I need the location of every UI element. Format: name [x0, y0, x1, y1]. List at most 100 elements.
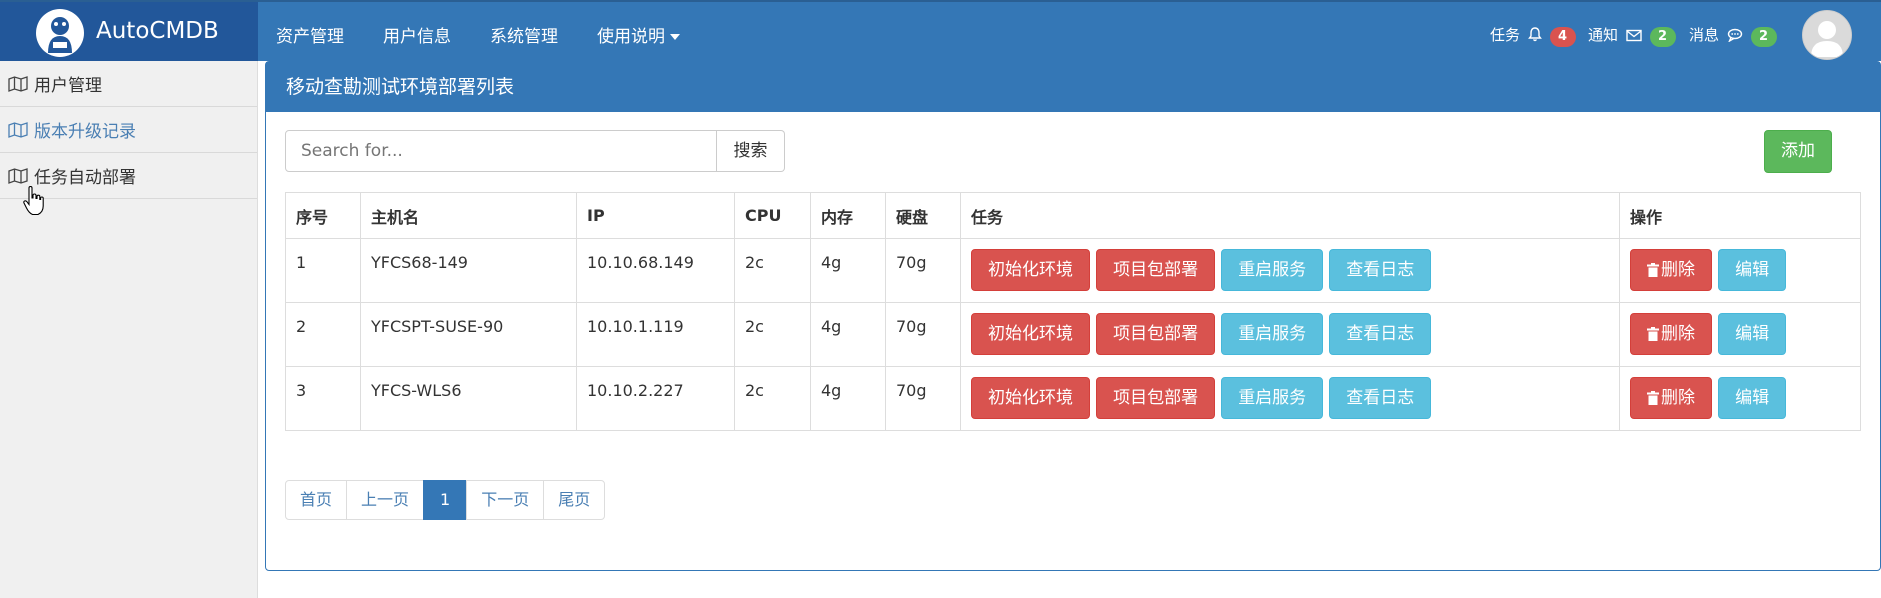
restart-service-button[interactable]: 重启服务 — [1221, 249, 1324, 291]
cell-hostname: YFCS68-149 — [360, 238, 577, 303]
init-env-button[interactable]: 初始化环境 — [971, 377, 1090, 419]
delete-label: 删除 — [1661, 260, 1695, 280]
messages-count-badge: 2 — [1750, 27, 1777, 47]
map-icon — [8, 75, 28, 92]
column-header: CPU — [734, 192, 811, 239]
column-header: IP — [576, 192, 735, 239]
notices-notification[interactable]: 通知 2 — [1588, 24, 1676, 47]
cell-hostname: YFCSPT-SUSE-90 — [360, 302, 577, 367]
init-env-button[interactable]: 初始化环境 — [971, 249, 1090, 291]
sidebar-item-label: 版本升级记录 — [34, 122, 136, 142]
top-navbar: AutoCMDB 资产管理 用户信息 系统管理 使用说明 任务 4 通知 2 消… — [0, 0, 1881, 61]
sidebar-item-label: 任务自动部署 — [34, 168, 136, 188]
cell-id: 2 — [285, 302, 361, 367]
column-header: 硬盘 — [885, 192, 961, 239]
table-row: 2 YFCSPT-SUSE-90 10.10.1.119 2c 4g 70g 初… — [285, 302, 1861, 367]
edit-button[interactable]: 编辑 — [1718, 377, 1787, 419]
map-icon — [8, 121, 28, 138]
view-log-button[interactable]: 查看日志 — [1329, 377, 1432, 419]
table-header-row: 序号 主机名 IP CPU 内存 硬盘 任务 操作 — [285, 192, 1861, 239]
deploy-list-panel: 移动查勘测试环境部署列表 搜索 添加 序号 主机名 IP CPU 内存 硬盘 任… — [265, 61, 1881, 571]
page-next[interactable]: 下一页 — [466, 480, 545, 520]
trash-icon — [1647, 263, 1659, 277]
view-log-button[interactable]: 查看日志 — [1329, 313, 1432, 355]
messages-label: 消息 — [1689, 26, 1720, 44]
column-header: 任务 — [960, 192, 1620, 239]
sidebar: 用户管理 版本升级记录 任务自动部署 — [0, 61, 258, 598]
brand-name: AutoCMDB — [96, 18, 219, 44]
page-current[interactable]: 1 — [423, 480, 468, 520]
cell-disk: 70g — [885, 366, 961, 431]
cell-id: 1 — [285, 238, 361, 303]
notices-count-badge: 2 — [1649, 27, 1676, 47]
trash-icon — [1647, 327, 1659, 341]
nav-usage-guide[interactable]: 使用说明 — [597, 22, 680, 47]
nav-user-info[interactable]: 用户信息 — [383, 22, 451, 47]
cell-mem: 4g — [810, 366, 886, 431]
search-button[interactable]: 搜索 — [717, 130, 785, 172]
cell-tasks: 初始化环境 项目包部署 重启服务 查看日志 — [960, 366, 1620, 431]
delete-button[interactable]: 删除 — [1630, 249, 1712, 291]
cell-mem: 4g — [810, 302, 886, 367]
column-header: 主机名 — [360, 192, 577, 239]
cell-ip: 10.10.2.227 — [576, 366, 735, 431]
page-last[interactable]: 尾页 — [543, 480, 606, 520]
delete-label: 删除 — [1661, 324, 1695, 344]
cell-cpu: 2c — [734, 302, 811, 367]
edit-button[interactable]: 编辑 — [1718, 313, 1787, 355]
deploy-package-button[interactable]: 项目包部署 — [1096, 377, 1216, 419]
init-env-button[interactable]: 初始化环境 — [971, 313, 1090, 355]
comment-icon — [1727, 28, 1742, 43]
envelope-icon — [1626, 29, 1642, 42]
brand[interactable]: AutoCMDB — [0, 2, 258, 61]
cell-cpu: 2c — [734, 238, 811, 303]
delete-button[interactable]: 删除 — [1630, 377, 1712, 419]
bell-icon — [1527, 27, 1542, 42]
restart-service-button[interactable]: 重启服务 — [1221, 377, 1324, 419]
hand-cursor-icon — [23, 186, 44, 216]
column-header: 内存 — [810, 192, 886, 239]
cell-tasks: 初始化环境 项目包部署 重启服务 查看日志 — [960, 302, 1620, 367]
messages-notification[interactable]: 消息 2 — [1689, 24, 1777, 47]
tasks-notification[interactable]: 任务 4 — [1490, 24, 1576, 47]
page-first[interactable]: 首页 — [285, 480, 348, 520]
map-icon — [8, 167, 28, 184]
cell-id: 3 — [285, 366, 361, 431]
sidebar-item-user-management[interactable]: 用户管理 — [0, 61, 257, 107]
sidebar-item-label: 用户管理 — [34, 76, 102, 96]
cell-disk: 70g — [885, 238, 961, 303]
cell-ip: 10.10.68.149 — [576, 238, 735, 303]
trash-icon — [1647, 391, 1659, 405]
cell-operations: 删除 编辑 — [1619, 238, 1861, 303]
nav-asset-management[interactable]: 资产管理 — [276, 22, 344, 47]
tasks-count-badge: 4 — [1549, 27, 1576, 47]
cell-operations: 删除 编辑 — [1619, 366, 1861, 431]
add-button[interactable]: 添加 — [1764, 130, 1832, 173]
deploy-package-button[interactable]: 项目包部署 — [1096, 313, 1216, 355]
delete-button[interactable]: 删除 — [1630, 313, 1712, 355]
user-avatar[interactable] — [1802, 10, 1852, 60]
panel-title: 移动查勘测试环境部署列表 — [266, 62, 1880, 112]
search-input[interactable] — [285, 130, 717, 172]
table-row: 1 YFCS68-149 10.10.68.149 2c 4g 70g 初始化环… — [285, 238, 1861, 303]
sidebar-item-version-upgrade[interactable]: 版本升级记录 — [0, 107, 257, 153]
deploy-table: 序号 主机名 IP CPU 内存 硬盘 任务 操作 1 YFCS68-149 1… — [285, 192, 1861, 431]
column-header: 序号 — [285, 192, 361, 239]
cell-tasks: 初始化环境 项目包部署 重启服务 查看日志 — [960, 238, 1620, 303]
restart-service-button[interactable]: 重启服务 — [1221, 313, 1324, 355]
cell-mem: 4g — [810, 238, 886, 303]
logo-icon — [36, 9, 84, 57]
notices-label: 通知 — [1588, 26, 1619, 44]
page-prev[interactable]: 上一页 — [346, 480, 425, 520]
delete-label: 删除 — [1661, 388, 1695, 408]
view-log-button[interactable]: 查看日志 — [1329, 249, 1432, 291]
cell-ip: 10.10.1.119 — [576, 302, 735, 367]
edit-button[interactable]: 编辑 — [1718, 249, 1787, 291]
caret-down-icon — [670, 34, 680, 40]
nav-usage-guide-label: 使用说明 — [597, 27, 665, 47]
cell-cpu: 2c — [734, 366, 811, 431]
cell-hostname: YFCS-WLS6 — [360, 366, 577, 431]
deploy-package-button[interactable]: 项目包部署 — [1096, 249, 1216, 291]
nav-system-management[interactable]: 系统管理 — [490, 22, 558, 47]
table-row: 3 YFCS-WLS6 10.10.2.227 2c 4g 70g 初始化环境 … — [285, 366, 1861, 431]
